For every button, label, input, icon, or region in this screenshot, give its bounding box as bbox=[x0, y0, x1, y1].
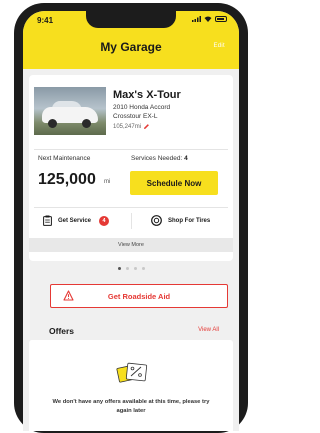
services-needed-label: Services Needed: bbox=[131, 155, 183, 162]
pagination-dot[interactable] bbox=[133, 267, 137, 270]
mileage-value: 105,247mi bbox=[113, 123, 142, 130]
pagination-dot[interactable] bbox=[117, 267, 121, 270]
miles-unit: mi bbox=[104, 179, 111, 185]
next-maintenance-label: Next Maintenance bbox=[38, 155, 91, 162]
divider bbox=[34, 149, 228, 150]
header-bar: 9:41 My Garage Edit bbox=[23, 11, 239, 69]
car-wheel-front bbox=[48, 119, 57, 128]
status-icons bbox=[192, 16, 227, 22]
view-more-button[interactable]: View More bbox=[29, 238, 233, 252]
car-wheel-rear bbox=[82, 119, 91, 128]
vehicle-model: 2010 Honda Accord bbox=[113, 104, 171, 111]
shop-tires-label: Shop For Tires bbox=[168, 217, 211, 224]
vehicle-trim: Crosstour EX-L bbox=[113, 113, 158, 120]
service-count-badge: 4 bbox=[99, 215, 110, 226]
vehicle-name: Max's X-Tour bbox=[113, 89, 181, 101]
action-separator bbox=[131, 213, 132, 229]
tire-icon bbox=[151, 215, 162, 226]
edit-button[interactable]: Edit bbox=[213, 43, 225, 49]
offers-card: We don't have any offers available at th… bbox=[29, 340, 233, 431]
offers-title: Offers bbox=[49, 326, 75, 336]
service-clipboard-icon bbox=[43, 215, 52, 226]
wifi-icon bbox=[204, 16, 212, 22]
get-service-button[interactable]: Get Service 4 bbox=[43, 215, 110, 226]
vehicle-mileage[interactable]: 105,247mi bbox=[113, 123, 150, 130]
shop-tires-button[interactable]: Shop For Tires bbox=[151, 215, 210, 226]
signal-icon bbox=[192, 16, 201, 22]
get-service-label: Get Service bbox=[58, 217, 92, 224]
services-needed: Services Needed: 4 bbox=[131, 155, 188, 162]
phone-notch bbox=[86, 11, 176, 28]
roadside-aid-label: Get Roadside Aid bbox=[107, 292, 171, 301]
page-title: My Garage bbox=[100, 40, 162, 54]
pagination-dot[interactable] bbox=[125, 267, 129, 270]
carousel-pagination bbox=[23, 267, 239, 270]
pencil-icon[interactable] bbox=[143, 123, 150, 130]
battery-icon bbox=[215, 16, 227, 22]
divider bbox=[34, 207, 228, 208]
no-offers-message: We don't have any offers available at th… bbox=[52, 399, 210, 414]
pagination-dot[interactable] bbox=[141, 267, 145, 270]
phone-frame: 9:41 My Garage Edit Max's X-Tour 2010 Ho… bbox=[14, 3, 248, 433]
next-maintenance-miles: 125,000 bbox=[38, 171, 96, 188]
services-needed-count: 4 bbox=[184, 155, 188, 162]
vehicle-photo[interactable] bbox=[34, 87, 106, 135]
view-all-offers-link[interactable]: View All bbox=[198, 327, 219, 333]
schedule-now-button[interactable]: Schedule Now bbox=[130, 171, 218, 195]
roadside-aid-button[interactable]: Get Roadside Aid bbox=[50, 284, 228, 308]
app-screen: 9:41 My Garage Edit Max's X-Tour 2010 Ho… bbox=[23, 11, 239, 431]
vehicle-card: Max's X-Tour 2010 Honda Accord Crosstour… bbox=[29, 75, 233, 261]
status-time: 9:41 bbox=[37, 16, 54, 25]
coupon-icon bbox=[116, 362, 148, 383]
